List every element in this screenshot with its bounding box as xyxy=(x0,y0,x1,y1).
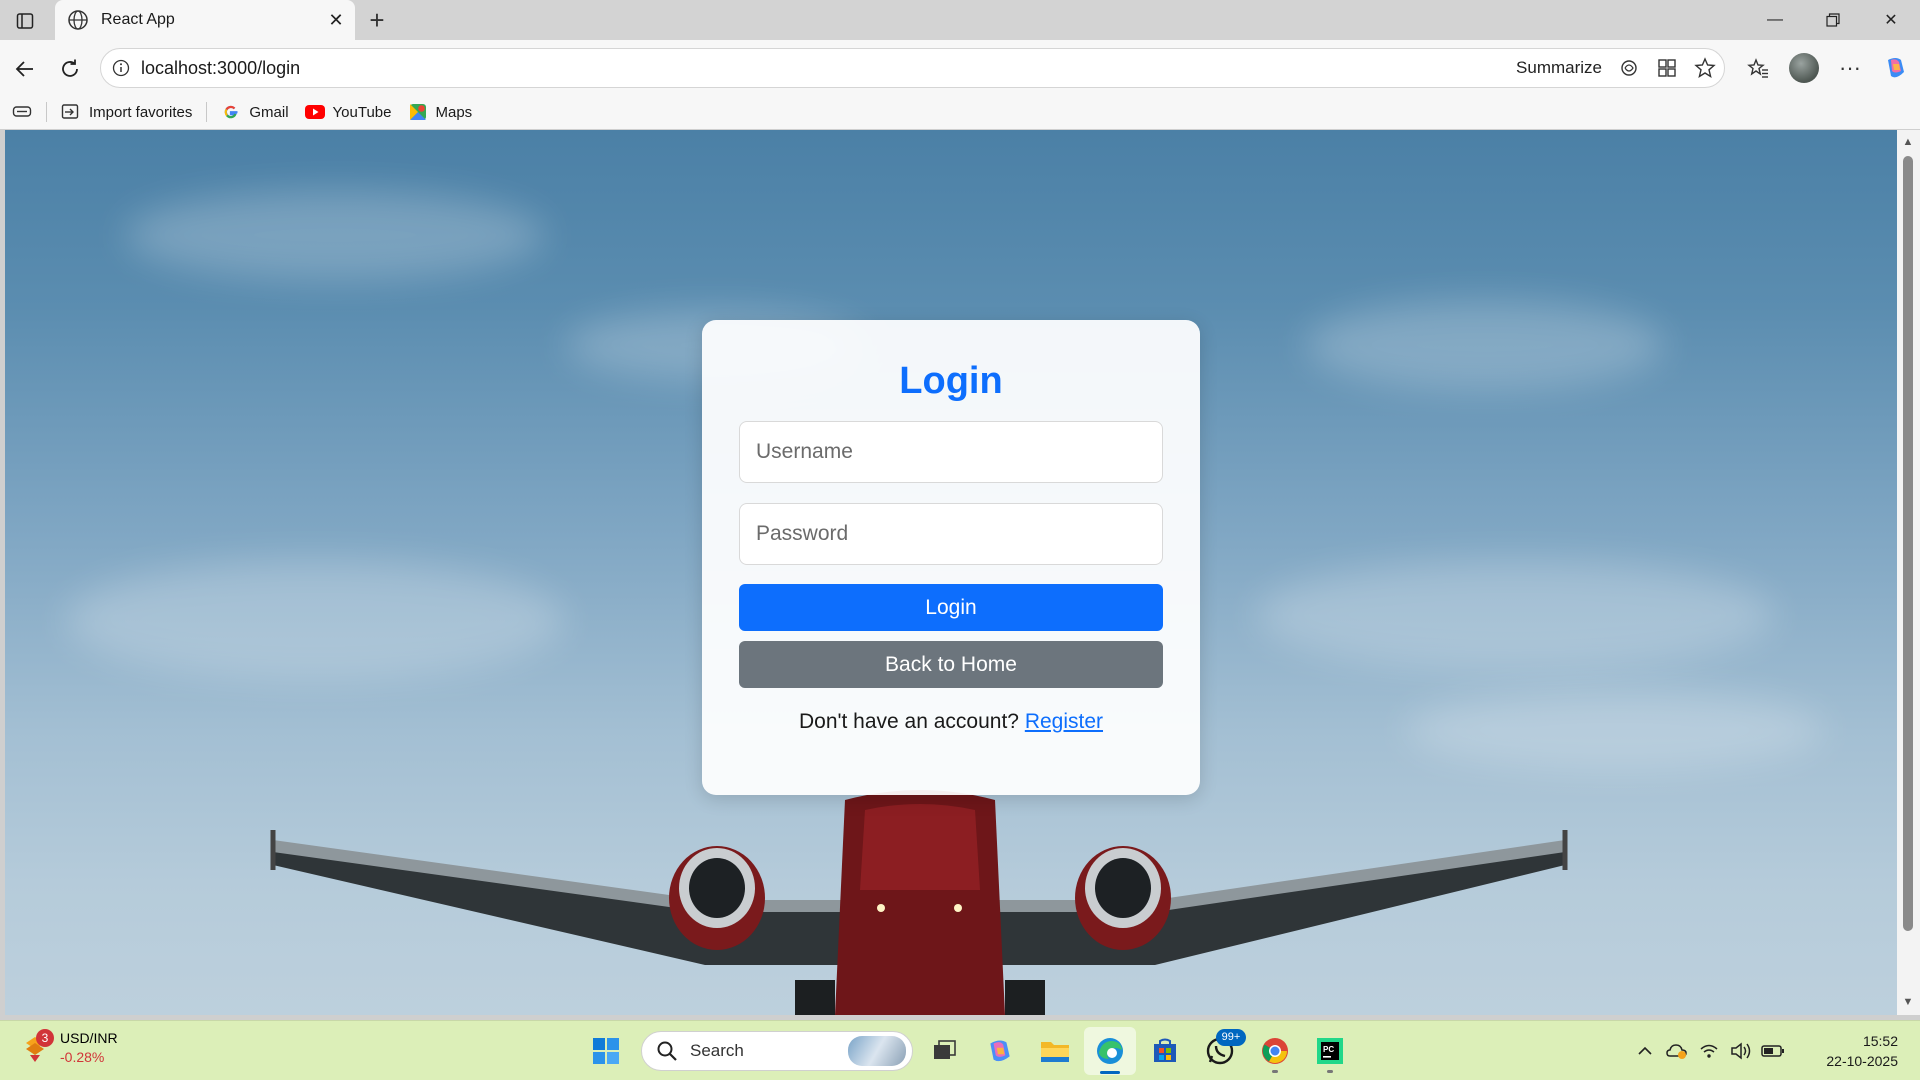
system-clock[interactable]: 15:52 22-10-2025 xyxy=(1826,1031,1898,1071)
bookmark-import-favorites[interactable]: Import favorites xyxy=(53,97,200,127)
page-scrollbar[interactable]: ▲ ▼ xyxy=(1897,130,1920,1015)
minimize-icon[interactable]: — xyxy=(1746,0,1804,40)
running-app-indicator xyxy=(1327,1070,1333,1073)
search-label: Search xyxy=(690,1041,744,1060)
chrome-icon[interactable] xyxy=(1249,1027,1301,1075)
battery-icon[interactable] xyxy=(1758,1036,1788,1066)
svg-text:PC: PC xyxy=(1323,1045,1334,1054)
login-card: Login Login Back to Home Don't have an a… xyxy=(702,320,1200,795)
edge-browser-icon[interactable] xyxy=(1084,1027,1136,1075)
new-tab-button[interactable]: + xyxy=(362,5,392,35)
address-bar[interactable]: localhost:3000/login Summarize xyxy=(100,48,1725,88)
bookmark-label: Maps xyxy=(435,103,473,121)
youtube-icon xyxy=(304,102,325,122)
running-app-indicator xyxy=(1272,1070,1278,1073)
taskbar-apps: Search 99+ PC xyxy=(580,1027,1359,1075)
browser-tab[interactable]: React App ✕ xyxy=(55,0,355,40)
summarize-button[interactable]: Summarize xyxy=(1516,58,1602,78)
copilot-app-icon[interactable] xyxy=(974,1027,1026,1075)
copilot-summarize-icon[interactable] xyxy=(1610,50,1648,86)
file-explorer-icon[interactable] xyxy=(1029,1027,1081,1075)
bookmark-label: Import favorites xyxy=(89,103,193,121)
refresh-icon[interactable] xyxy=(53,52,87,86)
active-app-indicator xyxy=(1100,1071,1120,1074)
taskbar-search[interactable]: Search xyxy=(641,1031,913,1071)
login-title: Login xyxy=(899,360,1003,402)
whatsapp-badge: 99+ xyxy=(1216,1029,1246,1046)
close-tab-icon[interactable]: ✕ xyxy=(321,5,351,35)
bookmark-gmail[interactable]: Gmail xyxy=(213,97,296,127)
url-text[interactable]: localhost:3000/login xyxy=(141,58,1516,79)
more-options-icon[interactable]: ··· xyxy=(1827,48,1873,88)
import-favorites-icon xyxy=(61,102,81,122)
clock-date: 22-10-2025 xyxy=(1826,1053,1898,1069)
globe-icon xyxy=(68,10,88,30)
signup-prompt: Don't have an account? Register xyxy=(702,710,1200,734)
browser-toolbar: ··· xyxy=(1735,48,1919,88)
bookmark-separator xyxy=(206,102,208,122)
system-tray xyxy=(1630,1029,1790,1073)
maps-icon xyxy=(408,102,428,122)
scrollbar-thumb[interactable] xyxy=(1903,156,1913,931)
address-bar-row: localhost:3000/login Summarize ··· xyxy=(0,40,1920,95)
username-input[interactable] xyxy=(739,421,1163,483)
bookmark-label: YouTube xyxy=(332,103,392,121)
favorites-icon[interactable] xyxy=(1735,48,1781,88)
currency-widget[interactable]: 3 USD/INR -0.28% xyxy=(20,1029,118,1067)
widget-change: -0.28% xyxy=(60,1049,105,1065)
close-window-icon[interactable]: ✕ xyxy=(1862,0,1920,40)
task-view-icon[interactable] xyxy=(919,1027,971,1075)
taskbar: 3 USD/INR -0.28% Search 99+ PC 15:52 22-… xyxy=(0,1020,1920,1080)
site-info-icon[interactable] xyxy=(101,59,141,77)
whatsapp-icon[interactable]: 99+ xyxy=(1194,1027,1246,1075)
onedrive-warning-icon[interactable] xyxy=(1662,1036,1692,1066)
copilot-icon[interactable] xyxy=(1873,48,1919,88)
search-icon xyxy=(657,1041,677,1061)
favorite-star-icon[interactable] xyxy=(1686,50,1724,86)
browser-title-bar: React App ✕ + — ✕ xyxy=(0,0,1920,40)
show-hidden-icons-chevron-up-icon[interactable] xyxy=(1630,1036,1660,1066)
search-highlight-image xyxy=(848,1036,906,1066)
back-to-home-button[interactable]: Back to Home xyxy=(739,641,1163,688)
bookmarks-bar: Import favorites Gmail YouTube Maps xyxy=(0,95,1920,129)
clock-time: 15:52 xyxy=(1862,1033,1898,1049)
bookmark-maps[interactable]: Maps xyxy=(400,97,481,127)
window-controls: — ✕ xyxy=(1746,0,1920,40)
currency-trend-icon: 3 xyxy=(20,1029,54,1063)
page-viewport: Login Login Back to Home Don't have an a… xyxy=(5,130,1897,1015)
register-link[interactable]: Register xyxy=(1025,710,1103,733)
avatar xyxy=(1789,53,1819,83)
tab-actions-icon[interactable] xyxy=(10,8,40,34)
start-icon[interactable] xyxy=(580,1027,632,1075)
widget-badge: 3 xyxy=(36,1029,54,1047)
bookmark-youtube[interactable]: YouTube xyxy=(297,97,400,127)
login-button[interactable]: Login xyxy=(739,584,1163,631)
bookmark-label: Gmail xyxy=(249,103,289,121)
apps-icon[interactable] xyxy=(1648,50,1686,86)
gmail-icon xyxy=(221,102,241,122)
microsoft-store-icon[interactable] xyxy=(1139,1027,1191,1075)
scroll-up-icon[interactable]: ▲ xyxy=(1902,136,1914,148)
password-input[interactable] xyxy=(739,503,1163,565)
bookmark-separator xyxy=(46,102,47,122)
tab-title: React App xyxy=(101,11,175,28)
collections-icon[interactable] xyxy=(0,97,40,127)
volume-icon[interactable] xyxy=(1726,1036,1756,1066)
signup-prompt-text: Don't have an account? xyxy=(798,710,1019,733)
pycharm-icon[interactable]: PC xyxy=(1304,1027,1356,1075)
widget-title: USD/INR xyxy=(60,1030,118,1046)
profile-avatar[interactable] xyxy=(1781,48,1827,88)
back-icon[interactable] xyxy=(8,52,42,86)
wifi-icon[interactable] xyxy=(1694,1036,1724,1066)
restore-icon[interactable] xyxy=(1804,0,1862,40)
scroll-down-icon[interactable]: ▼ xyxy=(1902,996,1914,1008)
